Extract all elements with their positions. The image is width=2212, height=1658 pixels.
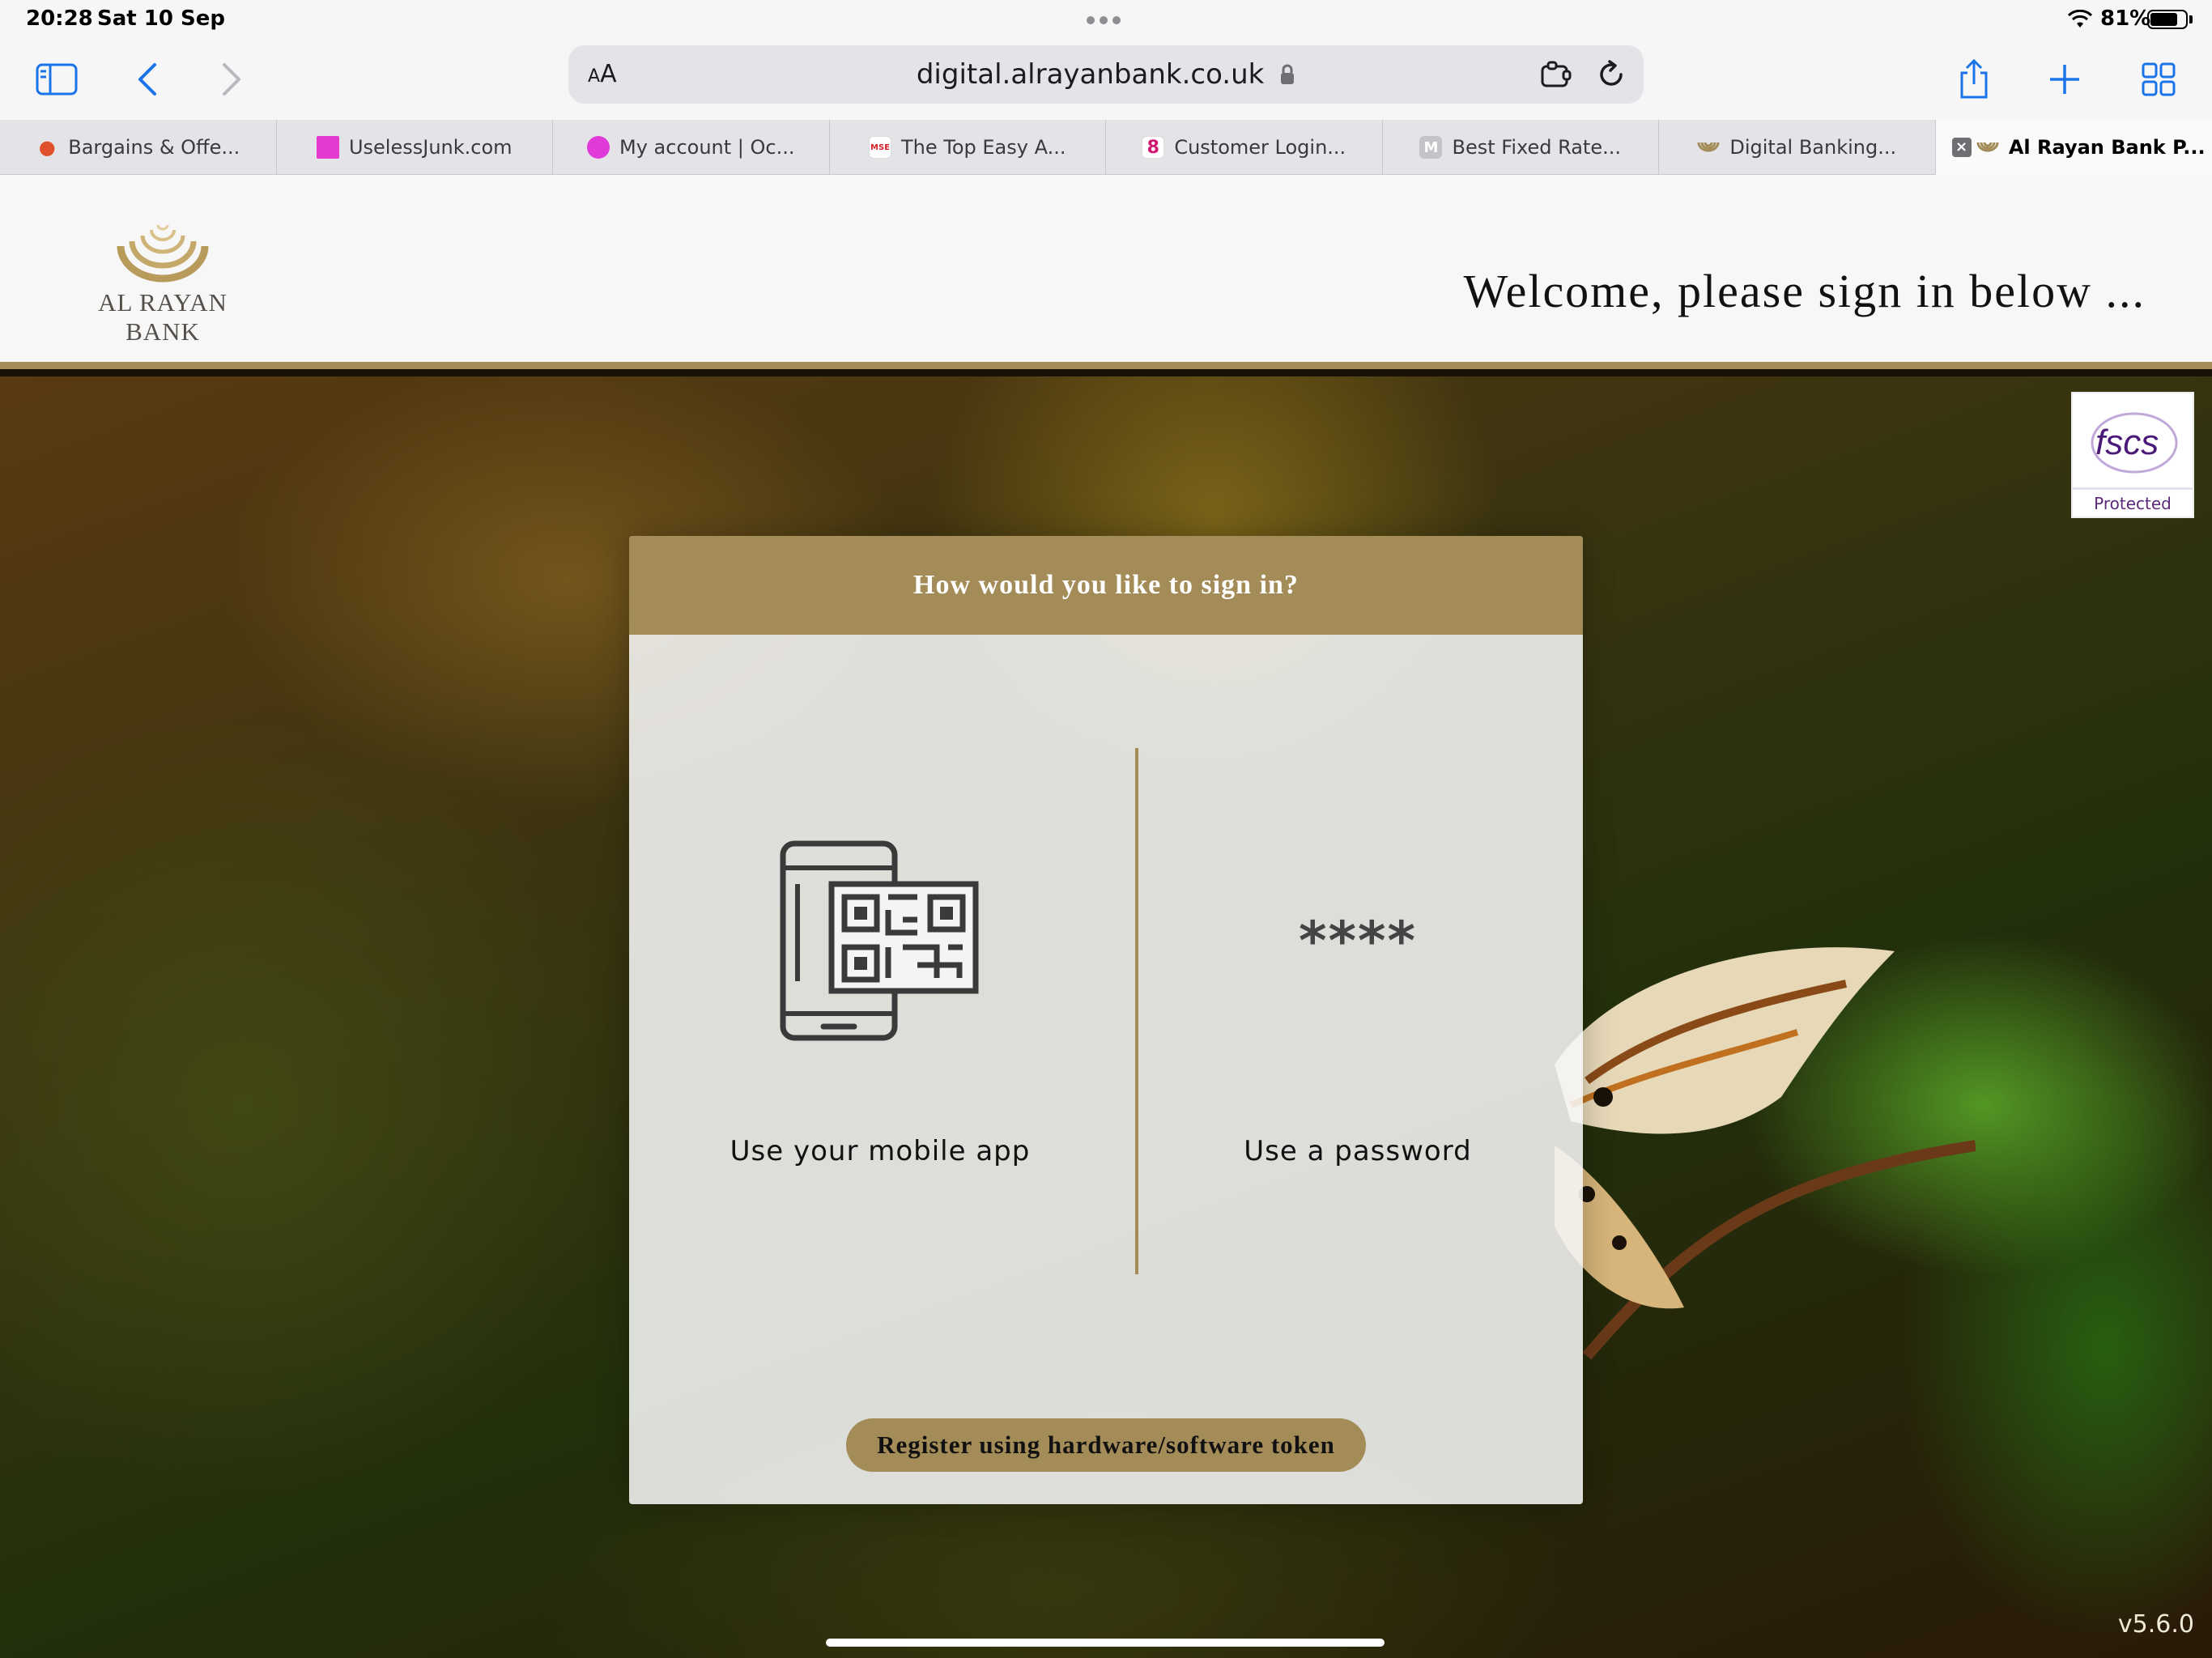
password-option[interactable]: **** Use a password (1131, 779, 1585, 1232)
tab-title: Best Fixed Rate... (1452, 136, 1621, 159)
url-label: digital.alrayanbank.co.uk (916, 58, 1265, 91)
al-rayan-logo[interactable]: AL RAYAN BANK (62, 214, 264, 346)
al-rayan-logo-icon (117, 224, 209, 283)
register-token-button[interactable]: Register using hardware/software token (846, 1418, 1366, 1472)
tab-title: Al Rayan Bank P... (2008, 136, 2206, 159)
password-label: Use a password (1244, 1135, 1472, 1167)
tab-al-rayan-active[interactable]: × Al Rayan Bank P... (1935, 120, 2212, 175)
back-icon[interactable] (123, 55, 172, 104)
close-tab-icon[interactable]: × (1951, 138, 1972, 157)
status-time: 20:28 (26, 6, 93, 31)
wifi-icon (2068, 10, 2092, 28)
password-mask-icon: **** (1131, 779, 1585, 1103)
tab-uselessjunk[interactable]: UselessJunk.com (277, 120, 553, 175)
site-header: AL RAYAN BANK Welcome, please sign in be… (0, 175, 2212, 369)
tab-customer-login[interactable]: 8 Customer Login... (1106, 120, 1383, 175)
version-label: v5.6.0 (2117, 1610, 2194, 1639)
tab-title: UselessJunk.com (348, 136, 513, 159)
customer-login-favicon-icon: 8 (1142, 136, 1165, 159)
url-text[interactable]: digital.alrayanbank.co.uk (568, 58, 1644, 91)
share-icon[interactable] (1950, 55, 1998, 104)
signin-card: How would you like to sign in? Use your … (629, 536, 1583, 1504)
tab-overview-icon[interactable] (2134, 55, 2183, 104)
alrayan-favicon-icon (1976, 136, 1999, 159)
fscs-logo-text: fscs (2095, 423, 2159, 462)
address-bar[interactable]: AA digital.alrayanbank.co.uk (568, 45, 1644, 104)
tab-top-easy[interactable]: MSE The Top Easy A... (830, 120, 1106, 175)
flame-icon: ● (38, 136, 56, 159)
tab-title: Digital Banking... (1729, 136, 1897, 159)
tab-digital-banking[interactable]: Digital Banking... (1659, 120, 1936, 175)
fscs-protected-label: Protected (2073, 487, 2193, 517)
tab-best-fixed-rate[interactable]: M Best Fixed Rate... (1383, 120, 1659, 175)
battery-percent: 81% (2100, 6, 2151, 31)
mobile-app-label: Use your mobile app (730, 1135, 1031, 1167)
status-date: Sat 10 Sep (97, 6, 225, 31)
reload-icon[interactable] (1595, 58, 1627, 91)
uselessjunk-favicon-icon (316, 136, 339, 159)
tab-title: Customer Login... (1174, 136, 1346, 159)
extension-icon[interactable] (1540, 60, 1572, 89)
multitask-dots-icon[interactable] (1087, 16, 1125, 24)
fscs-logo-icon: fscs (2073, 398, 2193, 486)
status-bar: 20:28 Sat 10 Sep 81% (0, 0, 2212, 40)
battery-icon (2147, 10, 2188, 29)
forward-icon[interactable] (207, 55, 256, 104)
logo-text: AL RAYAN BANK (98, 288, 228, 346)
tab-my-account[interactable]: My account | Oc... (553, 120, 830, 175)
lock-icon (1281, 64, 1295, 84)
alrayan-favicon-icon (1697, 136, 1720, 159)
home-indicator[interactable] (826, 1639, 1385, 1647)
octopus-icon (587, 136, 610, 159)
butterfly-image (1555, 947, 1976, 1360)
tab-title: The Top Easy A... (901, 136, 1066, 159)
tab-title: My account | Oc... (619, 136, 795, 159)
fscs-badge[interactable]: fscs Protected (2071, 392, 2194, 518)
sidebar-toggle-icon[interactable] (32, 55, 81, 104)
password-mask: **** (1298, 909, 1418, 972)
browser-toolbar: AA digital.alrayanbank.co.uk (0, 40, 2212, 120)
tab-bar: ● Bargains & Offe... UselessJunk.com My … (0, 120, 2212, 175)
signin-heading: How would you like to sign in? (629, 536, 1583, 635)
mobile-app-option[interactable]: Use your mobile app (653, 779, 1107, 1232)
new-tab-icon[interactable] (2040, 55, 2089, 104)
m-favicon-icon: M (1419, 136, 1443, 159)
tab-title: Bargains & Offe... (68, 136, 240, 159)
screen: 20:28 Sat 10 Sep 81% AA digital.alrayanb… (0, 0, 2212, 1658)
welcome-heading: Welcome, please sign in below ... (1463, 265, 2146, 317)
phone-qr-icon (653, 779, 1107, 1103)
mse-favicon-icon: MSE (869, 136, 891, 159)
tab-bargains[interactable]: ● Bargains & Offe... (0, 120, 277, 175)
